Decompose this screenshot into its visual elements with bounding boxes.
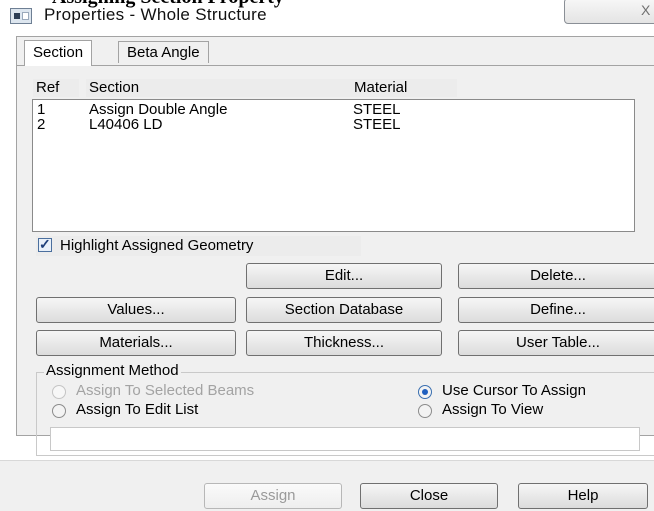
highlight-geometry-label: Highlight Assigned Geometry <box>60 237 254 254</box>
row-ref: 2 <box>37 116 46 133</box>
delete-button[interactable]: Delete... <box>458 263 654 289</box>
window-title: Properties - Whole Structure <box>44 5 267 24</box>
close-button[interactable]: Close <box>360 483 498 509</box>
assign-to-view-label[interactable]: Assign To View <box>442 401 543 418</box>
highlight-geometry-checkbox-row[interactable]: Highlight Assigned Geometry <box>36 236 361 256</box>
define-button[interactable]: Define... <box>458 297 654 323</box>
values-button[interactable]: Values... <box>36 297 236 323</box>
row-section: L40406 LD <box>89 116 163 133</box>
use-cursor-label[interactable]: Use Cursor To Assign <box>442 382 586 399</box>
column-header-material[interactable]: Material <box>351 79 457 97</box>
row-material: STEEL <box>353 116 401 133</box>
assign-selected-beams-radio <box>52 385 66 399</box>
help-button[interactable]: Help <box>518 483 648 509</box>
title-bar: Properties - Whole Structure X <box>0 0 654 32</box>
thickness-button[interactable]: Thickness... <box>246 330 442 356</box>
tab-divider <box>16 65 654 66</box>
section-list[interactable]: 1 Assign Double Angle STEEL 2 L40406 LD … <box>32 99 635 232</box>
assign-selected-beams-label: Assign To Selected Beams <box>76 382 255 399</box>
materials-button[interactable]: Materials... <box>36 330 236 356</box>
assign-button: Assign <box>204 483 342 509</box>
window-icon <box>10 8 32 24</box>
assignment-method-title: Assignment Method <box>44 362 181 379</box>
assign-to-view-radio[interactable] <box>418 404 432 418</box>
close-window-button[interactable]: X <box>564 0 654 24</box>
edit-button[interactable]: Edit... <box>246 263 442 289</box>
row-ref: 1 <box>37 101 46 118</box>
user-table-button[interactable]: User Table... <box>458 330 654 356</box>
row-section: Assign Double Angle <box>89 101 228 118</box>
assign-edit-list-label[interactable]: Assign To Edit List <box>76 401 198 418</box>
use-cursor-radio[interactable] <box>418 385 432 399</box>
tab-section[interactable]: Section <box>24 40 93 66</box>
tab-beta-angle[interactable]: Beta Angle <box>118 41 209 63</box>
section-database-button[interactable]: Section Database <box>246 297 442 323</box>
close-icon: X <box>641 2 651 18</box>
row-material: STEEL <box>353 101 401 118</box>
column-header-ref[interactable]: Ref <box>33 79 79 97</box>
assign-edit-list-radio[interactable] <box>52 404 66 418</box>
highlight-geometry-checkbox[interactable] <box>38 236 52 253</box>
column-header-section[interactable]: Section <box>86 79 354 97</box>
assignment-input[interactable] <box>50 427 640 451</box>
